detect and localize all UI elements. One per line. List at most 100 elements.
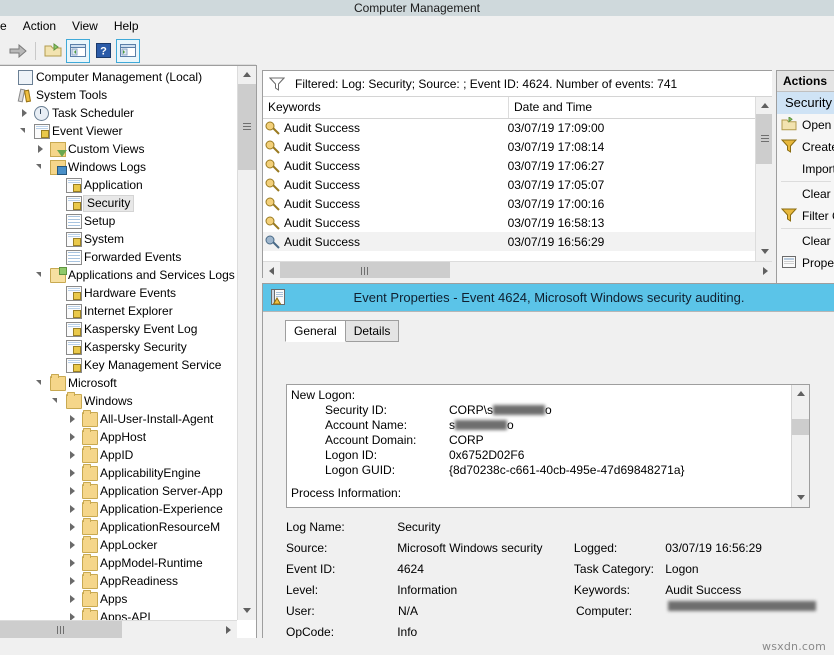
show-hide-action-pane-icon[interactable] bbox=[116, 39, 140, 63]
event-list-scroll-thumb[interactable] bbox=[756, 114, 773, 164]
chevron-down-icon[interactable] bbox=[50, 392, 64, 410]
event-datetime-cell: 03/07/19 16:58:13 bbox=[503, 216, 756, 230]
tree-horizontal-scrollbar[interactable] bbox=[0, 620, 237, 639]
tree-item-application[interactable]: Application bbox=[0, 176, 237, 194]
tree-item-label: Windows bbox=[84, 392, 133, 410]
tree-item-apps[interactable]: Apps bbox=[0, 590, 237, 608]
help-icon[interactable]: ? bbox=[92, 40, 114, 62]
tree-item-all-user-install-agent[interactable]: All-User-Install-Agent bbox=[0, 410, 237, 428]
tab-general[interactable]: General bbox=[285, 320, 346, 342]
tree-hscroll-thumb[interactable] bbox=[0, 621, 122, 639]
menu-item-view[interactable]: View bbox=[64, 16, 106, 36]
actions-separator bbox=[781, 228, 831, 229]
tree-item-appid[interactable]: AppID bbox=[0, 446, 237, 464]
tree-item-computer-management-local[interactable]: Computer Management (Local) bbox=[0, 68, 237, 86]
tree-item-application-experience[interactable]: Application-Experience bbox=[0, 500, 237, 518]
tab-details[interactable]: Details bbox=[345, 320, 400, 342]
tree-item-kaspersky-security[interactable]: Kaspersky Security bbox=[0, 338, 237, 356]
event-list-vertical-scrollbar[interactable] bbox=[755, 97, 773, 261]
tree-item-custom-views[interactable]: Custom Views bbox=[0, 140, 237, 158]
menu-item-action[interactable]: Action bbox=[15, 16, 64, 36]
tree-item-windows[interactable]: Windows bbox=[0, 392, 237, 410]
tree-scroll-thumb[interactable] bbox=[238, 84, 256, 170]
chevron-down-icon[interactable] bbox=[34, 266, 48, 284]
chevron-right-icon[interactable] bbox=[66, 410, 80, 428]
chevron-right-icon[interactable] bbox=[66, 464, 80, 482]
tree-item-event-viewer[interactable]: Event Viewer bbox=[0, 122, 237, 140]
action-item-clear-filter[interactable]: Clear Filter bbox=[777, 230, 834, 252]
table-row[interactable]: Audit Success03/07/19 17:00:16 bbox=[263, 194, 756, 213]
chevron-down-icon[interactable] bbox=[34, 158, 48, 176]
tree-item-apphost[interactable]: AppHost bbox=[0, 428, 237, 446]
tree-hscroll-right-button[interactable] bbox=[219, 621, 237, 639]
table-row[interactable]: Audit Success03/07/19 16:56:29 bbox=[263, 232, 756, 251]
tree-item-applocker[interactable]: AppLocker bbox=[0, 536, 237, 554]
chevron-right-icon[interactable] bbox=[66, 590, 80, 608]
tree-item-application-server-app[interactable]: Application Server-App bbox=[0, 482, 237, 500]
tree-item-appmodel-runtime[interactable]: AppModel-Runtime bbox=[0, 554, 237, 572]
forward-arrow-icon[interactable] bbox=[7, 40, 29, 62]
tree-item-applicationresourcem[interactable]: ApplicationResourceM bbox=[0, 518, 237, 536]
redacted-computer-name bbox=[668, 601, 816, 611]
action-item-clear-log[interactable]: Clear Log... bbox=[777, 183, 834, 205]
action-item-filter-current-log[interactable]: Filter Current Log... bbox=[777, 205, 834, 227]
chevron-right-icon[interactable] bbox=[18, 104, 32, 122]
tree-item-kaspersky-event-log[interactable]: Kaspersky Event Log bbox=[0, 320, 237, 338]
tree-item-hardware-events[interactable]: Hardware Events bbox=[0, 284, 237, 302]
chevron-right-icon[interactable] bbox=[66, 446, 80, 464]
windows-logs-icon bbox=[48, 159, 66, 175]
show-hide-tree-icon[interactable] bbox=[66, 39, 90, 63]
tree-scroll-down-button[interactable] bbox=[238, 602, 256, 620]
description-vertical-scrollbar[interactable] bbox=[791, 385, 809, 507]
tree-item-system-tools[interactable]: System Tools bbox=[0, 86, 237, 104]
tree-item-setup[interactable]: Setup bbox=[0, 212, 237, 230]
table-row[interactable]: Audit Success03/07/19 17:09:00 bbox=[263, 118, 756, 137]
tree-item-windows-logs[interactable]: Windows Logs bbox=[0, 158, 237, 176]
menu-item-help[interactable]: Help bbox=[106, 16, 147, 36]
tree-item-label: ApplicationResourceM bbox=[100, 518, 220, 536]
table-row[interactable]: Audit Success03/07/19 17:06:27 bbox=[263, 156, 756, 175]
tree-vertical-scrollbar[interactable] bbox=[237, 66, 256, 620]
chevron-down-icon[interactable] bbox=[18, 122, 32, 140]
tree-item-applicabilityengine[interactable]: ApplicabilityEngine bbox=[0, 464, 237, 482]
action-item-import-custom-view[interactable]: Import Custom View... bbox=[777, 158, 834, 180]
chevron-right-icon[interactable] bbox=[66, 500, 80, 518]
tree-scroll-up-button[interactable] bbox=[238, 66, 256, 84]
tree-item-security[interactable]: Security bbox=[0, 194, 237, 212]
action-item-open-saved-log[interactable]: Open Saved Log... bbox=[777, 114, 834, 136]
menu-item-file[interactable]: e bbox=[0, 16, 15, 36]
tree-item-forwarded-events[interactable]: Forwarded Events bbox=[0, 248, 237, 266]
chevron-right-icon[interactable] bbox=[66, 572, 80, 590]
chevron-down-icon[interactable] bbox=[34, 374, 48, 392]
description-scroll-up-button[interactable] bbox=[792, 385, 809, 403]
open-folder-icon[interactable] bbox=[42, 40, 64, 62]
tree-item-internet-explorer[interactable]: Internet Explorer bbox=[0, 302, 237, 320]
event-list-hscroll-thumb[interactable] bbox=[280, 262, 450, 279]
action-item-properties[interactable]: Properties bbox=[777, 252, 834, 274]
chevron-right-icon[interactable] bbox=[66, 536, 80, 554]
event-keywords-text: Audit Success bbox=[284, 216, 360, 230]
event-log-icon bbox=[64, 177, 82, 193]
table-row[interactable]: Audit Success03/07/19 17:08:14 bbox=[263, 137, 756, 156]
table-row[interactable]: Audit Success 03/07/19 16:58:13 bbox=[263, 213, 756, 232]
action-item-create-custom-view[interactable]: Create Custom View... bbox=[777, 136, 834, 158]
chevron-right-icon[interactable] bbox=[66, 518, 80, 536]
tree-item-appreadiness[interactable]: AppReadiness bbox=[0, 572, 237, 590]
table-row[interactable]: Audit Success03/07/19 17:05:07 bbox=[263, 175, 756, 194]
chevron-right-icon[interactable] bbox=[66, 554, 80, 572]
chevron-right-icon[interactable] bbox=[66, 428, 80, 446]
tree-item-microsoft[interactable]: Microsoft bbox=[0, 374, 237, 392]
chevron-right-icon[interactable] bbox=[66, 482, 80, 500]
description-scroll-down-button[interactable] bbox=[792, 489, 809, 507]
tree-item-system[interactable]: System bbox=[0, 230, 237, 248]
description-scroll-thumb[interactable] bbox=[792, 419, 809, 435]
tree-item-key-management-service[interactable]: Key Management Service bbox=[0, 356, 237, 374]
event-list-horizontal-scrollbar[interactable] bbox=[263, 261, 773, 279]
chevron-right-icon[interactable] bbox=[34, 140, 48, 158]
column-header-keywords[interactable]: Keywords bbox=[263, 97, 509, 118]
event-list-scroll-up-button[interactable] bbox=[756, 97, 773, 115]
tree-item-applications-and-services-logs[interactable]: Applications and Services Logs bbox=[0, 266, 237, 284]
column-header-date-time[interactable]: Date and Time bbox=[509, 97, 766, 118]
event-list-scroll-down-button[interactable] bbox=[756, 243, 773, 261]
tree-item-task-scheduler[interactable]: Task Scheduler bbox=[0, 104, 237, 122]
